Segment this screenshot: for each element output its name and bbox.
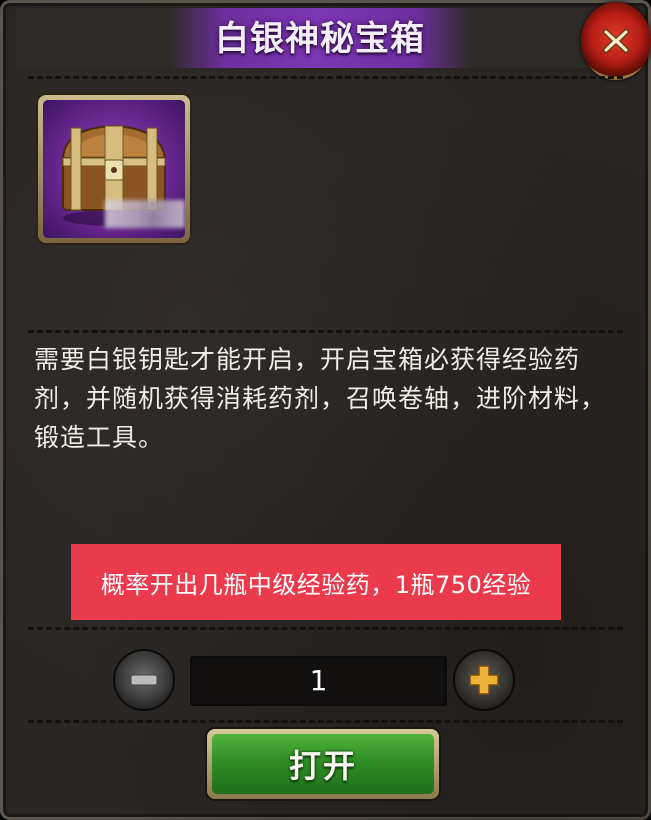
close-icon	[601, 27, 631, 55]
notice-banner: 概率开出几瓶中级经验药，1瓶750经验	[71, 544, 561, 620]
item-slot[interactable]	[38, 95, 190, 243]
close-button[interactable]	[581, 2, 651, 80]
item-description: 需要白银钥匙才能开启，开启宝箱必获得经验药剂，并随机获得消耗药剂，召唤卷轴，进阶…	[34, 345, 607, 452]
open-button-face: 打开	[212, 734, 434, 794]
item-count-badge	[105, 200, 185, 228]
divider	[28, 720, 623, 723]
dialog-title: 白银神秘宝箱	[215, 19, 425, 59]
divider	[28, 330, 623, 333]
open-button-label: 打开	[288, 747, 357, 785]
divider	[28, 76, 623, 79]
decrease-button[interactable]	[115, 651, 173, 709]
notice-text: 概率开出几瓶中级经验药，1瓶750经验	[100, 570, 532, 599]
plus-icon	[469, 665, 499, 695]
quantity-input[interactable]: 1	[190, 656, 447, 706]
dialog-panel: 白银神秘宝箱 需要白银钥匙才能开启，开启宝箱必获得经验药剂，并随机获得消耗药剂，…	[0, 0, 651, 820]
minus-icon	[130, 674, 158, 686]
open-button[interactable]: 打开	[207, 729, 439, 799]
divider	[28, 627, 623, 630]
increase-button[interactable]	[455, 651, 513, 709]
item-background	[43, 100, 185, 238]
